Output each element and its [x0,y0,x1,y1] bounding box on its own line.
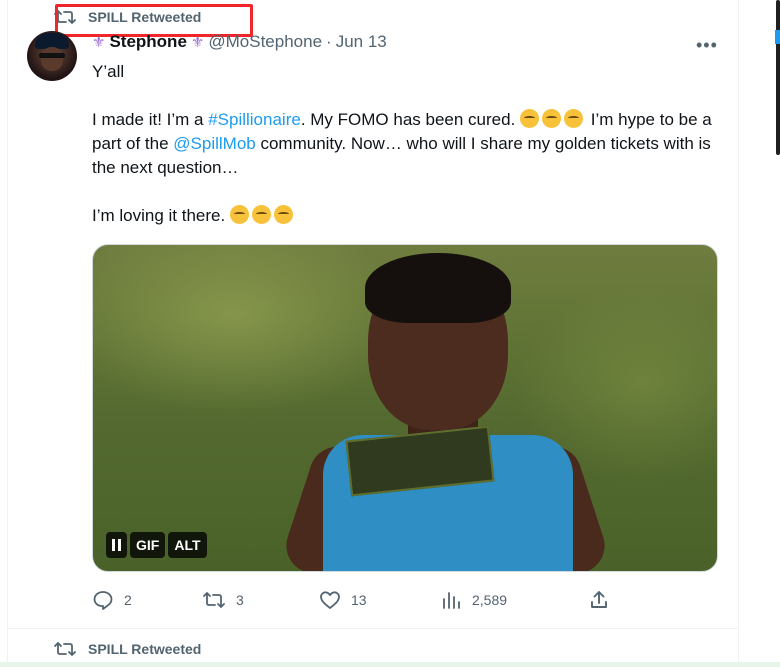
alt-text-button[interactable]: ALT [168,532,207,558]
author-avatar[interactable] [27,31,77,81]
tweet-actions: 2 3 13 2,589 [92,588,718,612]
tweet-gif-media[interactable] [92,244,718,572]
retweet-icon [54,641,76,657]
retweet-icon [202,590,226,610]
relieved-face-emoji-icon [229,205,249,224]
retweet-count: 3 [236,592,244,608]
reply-button[interactable]: 2 [92,588,132,612]
side-panel-marker [775,30,780,44]
reply-icon [92,589,114,611]
side-panel-edge [776,0,780,155]
pleading-face-emoji-icon [520,109,540,128]
pause-button[interactable] [106,532,127,558]
fleur-de-lis-icon: ⚜ [92,34,106,51]
pleading-face-emoji-icon [542,109,562,128]
gif-badge: GIF [130,532,166,558]
author-handle[interactable]: @MoStephone [208,32,322,52]
hashtag-link[interactable]: #Spillionaire [208,110,301,129]
timeline-right-border [738,0,739,667]
retweet-button[interactable]: 3 [202,588,244,612]
bottom-strip [0,662,780,667]
heart-icon [319,590,341,610]
text-segment: I made it! I’m a [92,110,209,129]
tweet-divider [8,628,738,629]
mention-link[interactable]: @SpillMob [173,134,255,153]
text-segment: I’m loving it there. [92,206,230,225]
relieved-face-emoji-icon [273,205,293,224]
views-button[interactable]: 2,589 [440,588,507,612]
timeline-left-border [7,0,8,667]
fleur-de-lis-icon: ⚜ [190,34,205,51]
tweet-text: Y’all I made it! I’m a #Spillionaire. My… [92,60,722,228]
pause-icon [112,539,121,551]
tweet-paragraph-3: I’m loving it there. [92,204,722,228]
share-button[interactable] [588,588,610,612]
separator-dot: · [326,32,332,51]
share-icon [588,589,610,611]
analytics-icon [440,590,462,610]
view-count: 2,589 [472,592,508,608]
relieved-face-emoji-icon [251,205,271,224]
text-segment: . My FOMO has been cured. [300,110,521,129]
pleading-face-emoji-icon [564,109,584,128]
retweet-context-label: SPILL Retweeted [88,641,202,657]
more-options-icon[interactable]: ••• [696,35,718,56]
media-badges: GIF ALT [106,532,207,558]
like-button[interactable]: 13 [319,588,367,612]
reply-count: 2 [124,592,132,608]
next-retweet-context[interactable]: SPILL Retweeted [54,640,201,658]
like-count: 13 [351,592,367,608]
author-name[interactable]: Stephone [109,32,186,52]
tweet-header: ⚜ Stephone ⚜ @MoStephone · Jun 13 [92,32,387,52]
tweet-date[interactable]: Jun 13 [336,32,387,52]
tweet-line-1: Y’all [92,62,125,81]
tweet-paragraph-2: I made it! I’m a #Spillionaire. My FOMO … [92,108,722,180]
